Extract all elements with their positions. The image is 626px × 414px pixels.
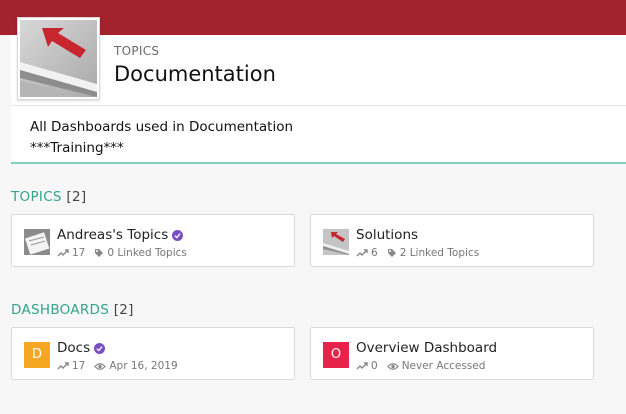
topic-description: All Dashboards used in Documentation ***… (30, 117, 293, 159)
card-meta: 17 Apr 16, 2019 (57, 360, 178, 372)
view-count: 17 (72, 247, 86, 259)
verified-icon (94, 343, 106, 354)
linked-topics: 0 Linked Topics (107, 247, 187, 259)
eye-icon (94, 363, 107, 370)
page-title: Documentation (114, 62, 276, 86)
tag-icon (95, 249, 104, 257)
tag-icon (387, 249, 396, 257)
sticky-note-thumb-icon (24, 229, 50, 255)
view-count: 6 (371, 247, 378, 259)
page-eyebrow: TOPICS (114, 44, 160, 58)
trend-icon (57, 249, 69, 257)
card-meta: 6 2 Linked Topics (356, 247, 479, 259)
section-count: [2] (66, 189, 87, 205)
dashboard-initial-badge: D (24, 342, 50, 368)
linked-topics: 2 Linked Topics (399, 247, 480, 259)
view-count: 0 (371, 360, 378, 372)
section-count: [2] (113, 302, 134, 318)
card-meta: 0 Never Accessed (356, 360, 485, 372)
card-meta: 17 0 Linked Topics (57, 247, 187, 259)
trend-icon (356, 362, 368, 370)
last-accessed: Never Accessed (401, 360, 486, 372)
card-title: Andreas's Topics (57, 227, 184, 243)
topic-card-andreas[interactable]: Andreas's Topics 17 0 Linked Topics (11, 214, 295, 267)
header-divider (11, 105, 626, 106)
card-title-text: Docs (57, 340, 91, 356)
trend-icon (356, 249, 368, 257)
dashboard-card-overview[interactable]: O Overview Dashboard 0 Never Accessed (310, 327, 594, 380)
dashboards-section-heading: DASHBOARDS [2] (11, 302, 134, 318)
arrow-thumb-icon (323, 229, 349, 255)
arrow-thumb-icon (20, 20, 97, 97)
topic-card-solutions[interactable]: Solutions 6 2 Linked Topics (310, 214, 594, 267)
section-label: DASHBOARDS (11, 302, 110, 318)
card-title-text: Andreas's Topics (57, 227, 169, 243)
section-label: TOPICS (11, 189, 62, 205)
card-title: Overview Dashboard (356, 340, 498, 356)
description-line: ***Training*** (30, 140, 124, 156)
trend-icon (57, 362, 69, 370)
view-count: 17 (72, 360, 86, 372)
last-accessed: Apr 16, 2019 (109, 360, 178, 372)
topics-section-heading: TOPICS [2] (11, 189, 86, 205)
topic-image (17, 17, 100, 100)
eye-icon (386, 363, 399, 370)
verified-icon (172, 230, 184, 241)
description-line: All Dashboards used in Documentation (30, 119, 294, 135)
dashboard-card-docs[interactable]: D Docs 17 Apr 16, 2019 (11, 327, 295, 380)
card-title: Solutions (356, 227, 419, 243)
dashboard-initial-badge: O (323, 342, 349, 368)
card-title: Docs (57, 340, 106, 356)
